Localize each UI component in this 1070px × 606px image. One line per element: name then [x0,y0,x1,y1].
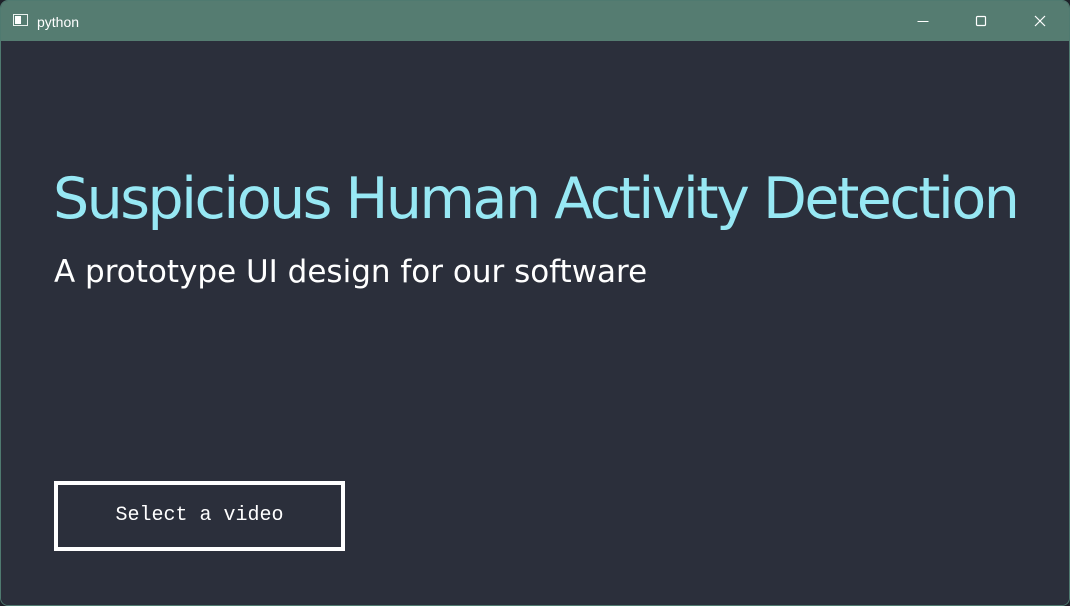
minimize-icon [917,21,929,22]
main-content: Suspicious Human Activity Detection A pr… [1,41,1069,605]
maximize-button[interactable] [952,1,1010,41]
close-icon [1034,15,1046,27]
page-subtitle: A prototype UI design for our software [54,254,648,290]
maximize-icon [975,15,987,27]
page-title: Suspicious Human Activity Detection [53,166,1020,232]
select-video-button[interactable]: Select a video [54,481,345,551]
application-window: python Suspicious Human Activity Detecti… [0,0,1070,606]
title-bar[interactable]: python [1,1,1069,41]
minimize-button[interactable] [894,1,952,41]
window-app-icon [13,14,28,26]
close-button[interactable] [1011,1,1069,41]
window-title: python [37,14,80,30]
